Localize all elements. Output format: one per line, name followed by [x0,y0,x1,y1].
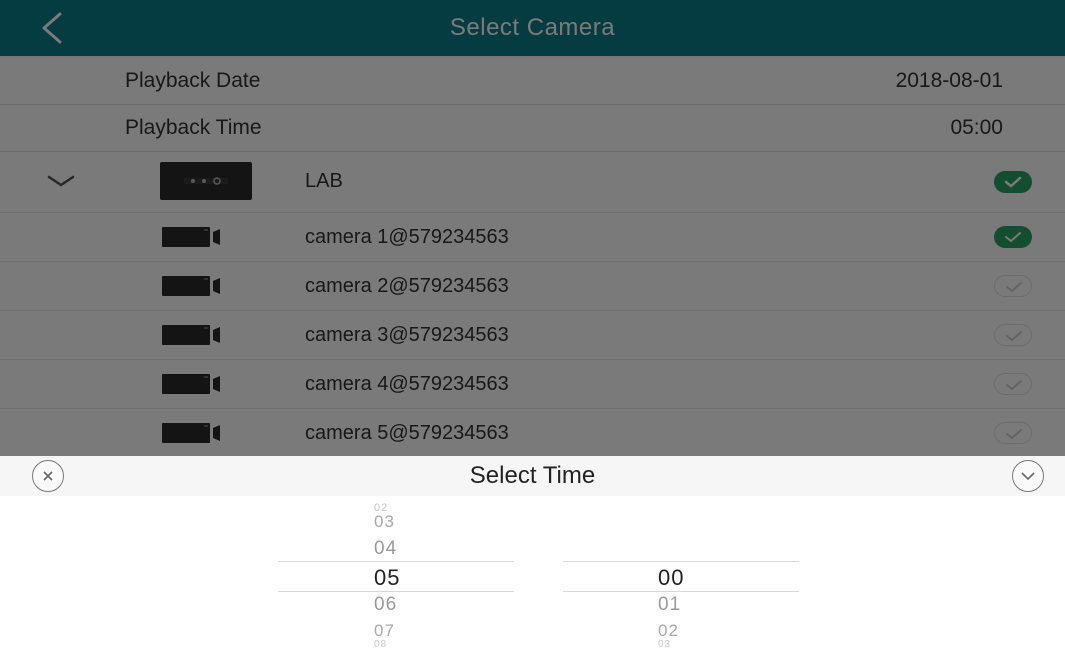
chevron-down-icon[interactable] [46,174,76,188]
camera-row[interactable]: camera 3@579234563 [0,311,1065,360]
selection-line-top [278,561,514,562]
camera-icon [162,373,224,395]
wheel-item[interactable]: 06 [374,594,397,616]
camera-name: camera 2@579234563 [305,275,509,297]
selection-line-top [563,561,799,562]
playback-time-row[interactable]: Playback Time 05:00 [0,105,1065,152]
camera-icon [162,422,224,444]
camera-name: camera 5@579234563 [305,422,509,444]
back-button[interactable] [30,8,80,48]
check-icon [1006,429,1022,440]
wheel-item[interactable]: 02 [658,621,679,641]
camera-name: camera 1@579234563 [305,226,509,248]
camera-row[interactable]: camera 5@579234563 [0,409,1065,458]
wheel-item-selected[interactable]: 00 [658,565,684,591]
wheel-item[interactable]: 03 [374,512,395,532]
selection-line-bottom [563,591,799,592]
wheel-item[interactable]: 07 [374,621,395,641]
check-icon [1006,380,1022,391]
camera-check[interactable] [994,422,1032,444]
camera-row[interactable]: camera 2@579234563 [0,262,1065,311]
wheel-item[interactable]: 03 [658,639,671,650]
check-icon [1005,232,1021,243]
check-icon [1004,176,1022,188]
confirm-button[interactable] [1012,460,1044,492]
playback-date-value: 2018-08-01 [895,69,1003,92]
playback-date-label: Playback Date [125,69,261,92]
camera-row[interactable]: camera 4@579234563 [0,360,1065,409]
hour-wheel[interactable]: 02 03 04 05 06 07 08 [278,496,514,656]
close-icon [43,471,53,481]
device-name: LAB [305,170,343,192]
picker-title: Select Time [469,462,596,489]
camera-check[interactable] [994,324,1032,346]
camera-select-page: Select Camera Playback Date 2018-08-01 P… [0,0,1065,458]
wheel-item[interactable]: 08 [374,639,387,650]
camera-check[interactable] [994,373,1032,395]
minute-wheel[interactable]: 00 01 02 03 [563,496,799,656]
camera-check[interactable] [994,275,1032,297]
wheel-item[interactable]: 04 [374,538,397,560]
title-bar: Select Camera [0,0,1065,56]
wheel-item[interactable]: 01 [658,594,681,616]
camera-icon [162,324,224,346]
picker-header: Select Time [0,456,1065,496]
wheel-item-selected[interactable]: 05 [374,565,400,591]
camera-name: camera 3@579234563 [305,324,509,346]
page-title: Select Camera [449,14,616,41]
chevron-left-icon [42,12,62,44]
playback-time-label: Playback Time [125,116,262,139]
time-picker-sheet: Select Time 02 03 04 05 06 07 08 00 01 02 03 [0,456,1065,656]
playback-time-value: 05:00 [950,116,1003,139]
camera-icon [162,275,224,297]
camera-row[interactable]: camera 1@579234563 [0,213,1065,262]
playback-date-row[interactable]: Playback Date 2018-08-01 [0,58,1065,105]
chevron-down-icon [1021,472,1035,481]
selection-line-bottom [278,591,514,592]
nvr-device-icon [160,162,252,200]
device-check[interactable] [994,171,1032,193]
cancel-button[interactable] [32,460,64,492]
camera-check[interactable] [994,226,1032,248]
camera-icon [162,226,224,248]
check-icon [1006,282,1022,293]
check-icon [1006,331,1022,342]
camera-name: camera 4@579234563 [305,373,509,395]
